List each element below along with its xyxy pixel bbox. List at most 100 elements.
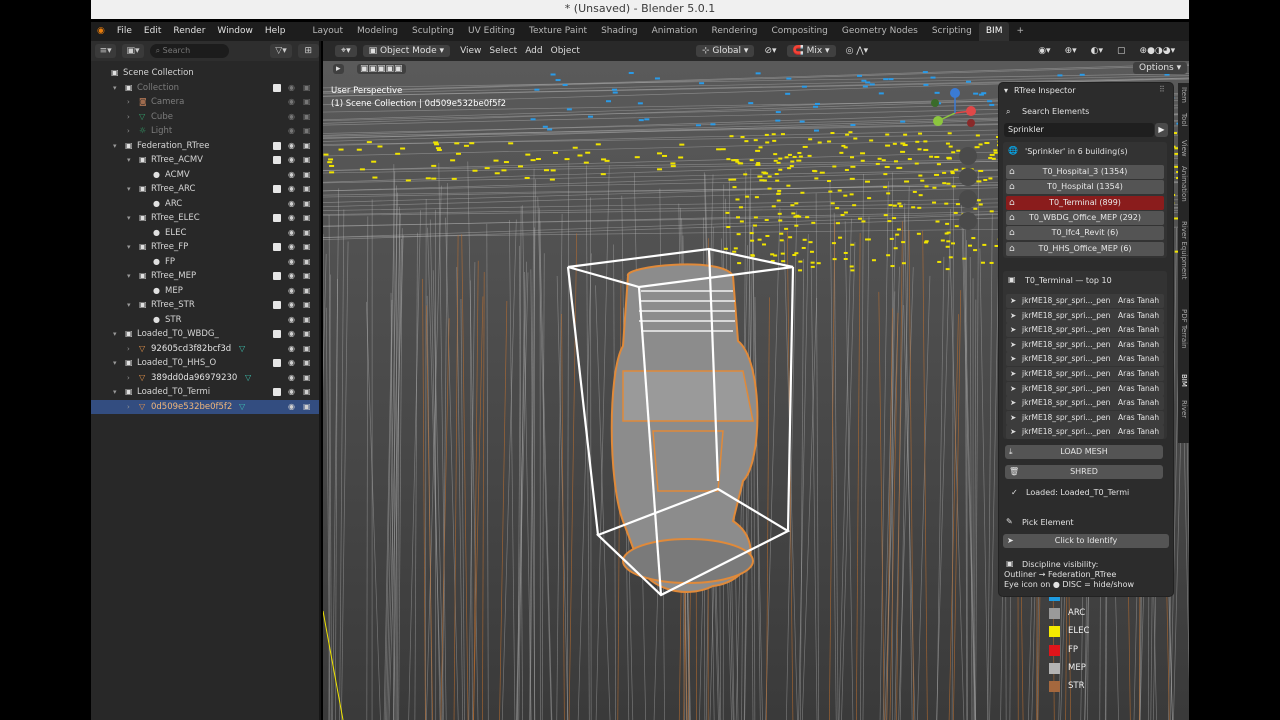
outliner-row[interactable]: › ▽ Cube ◉ ▣ [91, 110, 319, 124]
eye-icon[interactable]: ◉ [288, 197, 295, 211]
render-camera-icon[interactable]: ▣ [303, 81, 311, 95]
eye-icon[interactable]: ◉ [288, 211, 295, 225]
expand-toggle-icon[interactable]: › [127, 110, 130, 124]
viewport-menu-add[interactable]: Add [521, 46, 546, 56]
eye-icon[interactable]: ◉ [288, 110, 295, 124]
outliner-search-input[interactable]: ⌕ Search [149, 44, 230, 58]
viewport-menu-object[interactable]: Object [547, 46, 584, 56]
options-dropdown[interactable]: Options ▾ [1133, 62, 1188, 74]
exclude-checkbox[interactable] [273, 388, 281, 396]
tab-shading[interactable]: Shading [594, 22, 645, 41]
sidebar-tab[interactable]: River [1179, 400, 1188, 418]
building-row[interactable]: ⌂ T0_Terminal (899) [1006, 195, 1164, 210]
display-mode-icon[interactable]: ▣▾ [122, 44, 144, 58]
run-search-button[interactable]: ▶ [1155, 123, 1168, 137]
outliner-row[interactable]: ▾ ▣ RTree_FP ◉ ▣ [91, 240, 319, 254]
exclude-checkbox[interactable] [273, 359, 281, 367]
eye-icon[interactable]: ◉ [288, 168, 295, 182]
render-camera-icon[interactable]: ▣ [303, 110, 311, 124]
click-to-identify-button[interactable]: ➤ Click to Identify [1003, 534, 1169, 548]
expand-toggle-icon[interactable]: ▾ [127, 211, 131, 225]
blender-logo-icon[interactable]: ◉ [91, 22, 111, 41]
element-row[interactable]: ➤ jkrME18_spr_spri..._pen Aras Tanah [1006, 410, 1164, 425]
sidebar-tab[interactable]: View [1179, 140, 1188, 157]
outliner-row[interactable]: ▾ ▣ Collection ◉ ▣ [91, 81, 319, 95]
search-elements-input[interactable]: Sprinkler [1004, 123, 1154, 137]
transform-orientation-dropdown[interactable]: ⊹ Global ▾ [695, 45, 755, 57]
expand-toggle-icon[interactable]: ▾ [127, 182, 131, 196]
element-row[interactable]: ➤ jkrME18_spr_spri..._pen Aras Tanah [1006, 396, 1164, 411]
eye-icon[interactable]: ◉ [288, 371, 295, 385]
shred-button[interactable]: 🗑 SHRED [1005, 465, 1163, 479]
outliner-row[interactable]: ▣ Scene Collection [91, 66, 319, 80]
element-row[interactable]: ➤ jkrME18_spr_spri..._pen Aras Tanah [1006, 308, 1164, 323]
building-row[interactable]: ⌂ T0_Hospital_3 (1354) [1006, 165, 1164, 179]
render-camera-icon[interactable]: ▣ [303, 269, 311, 283]
snap-dropdown[interactable]: 🧲 Mix ▾ [786, 45, 836, 57]
render-camera-icon[interactable]: ▣ [303, 356, 311, 370]
expand-toggle-icon[interactable]: ▾ [127, 269, 131, 283]
expand-toggle-icon[interactable]: ▾ [113, 356, 117, 370]
expand-toggle-icon[interactable]: › [127, 124, 130, 138]
tab-compositing[interactable]: Compositing [764, 22, 834, 41]
outliner-row[interactable]: ▾ ▣ RTree_ELEC ◉ ▣ [91, 211, 319, 225]
render-camera-icon[interactable]: ▣ [303, 139, 311, 153]
tab-modeling[interactable]: Modeling [350, 22, 405, 41]
eye-icon[interactable]: ◉ [288, 284, 295, 298]
menu-edit[interactable]: Edit [138, 22, 167, 41]
tab-sculpting[interactable]: Sculpting [405, 22, 461, 41]
outliner-row[interactable]: ▾ ▣ RTree_ARC ◉ ▣ [91, 182, 319, 196]
sidebar-tab[interactable]: PDF Terrain [1179, 309, 1188, 349]
visibility-icon[interactable]: ◉▾ [1034, 46, 1054, 56]
render-camera-icon[interactable]: ▣ [303, 168, 311, 182]
element-row[interactable]: ➤ jkrME18_spr_spri..._pen Aras Tanah [1006, 425, 1164, 440]
tab-texture-paint[interactable]: Texture Paint [522, 22, 594, 41]
outliner-row[interactable]: › ▽ 92605cd3f82bcf3d ▽ ◉ ▣ [91, 342, 319, 356]
tab-animation[interactable]: Animation [645, 22, 705, 41]
outliner-row[interactable]: ▾ ▣ RTree_MEP ◉ ▣ [91, 269, 319, 283]
filter-icon[interactable]: ▽▾ [270, 44, 292, 58]
building-row[interactable]: ⌂ T0_Ifc4_Revit (6) [1006, 226, 1164, 241]
select-mode-icons[interactable]: ▣▣▣▣▣ [357, 64, 406, 74]
overlay-icon[interactable]: ◐▾ [1087, 46, 1107, 56]
exclude-checkbox[interactable] [273, 243, 281, 251]
render-camera-icon[interactable]: ▣ [303, 371, 311, 385]
element-row[interactable]: ➤ jkrME18_spr_spri..._pen Aras Tanah [1006, 381, 1164, 396]
outliner-row[interactable]: ▾ ▣ Federation_RTree ◉ ▣ [91, 139, 319, 153]
expand-toggle-icon[interactable]: › [127, 400, 130, 414]
menu-render[interactable]: Render [167, 22, 211, 41]
exclude-checkbox[interactable] [273, 330, 281, 338]
render-camera-icon[interactable]: ▣ [303, 298, 311, 312]
sprinkler-model[interactable] [610, 263, 759, 593]
load-mesh-button[interactable]: ⤓ LOAD MESH [1005, 445, 1163, 459]
expand-toggle-icon[interactable]: ▾ [127, 153, 131, 167]
eye-icon[interactable]: ◉ [288, 327, 295, 341]
outliner-row[interactable]: ▾ ▣ RTree_ACMV ◉ ▣ [91, 153, 319, 167]
render-camera-icon[interactable]: ▣ [303, 327, 311, 341]
eye-icon[interactable]: ◉ [288, 81, 295, 95]
outliner-row[interactable]: › ◙ Camera ◉ ▣ [91, 95, 319, 109]
outliner-row[interactable]: › ☼ Light ◉ ▣ [91, 124, 319, 138]
element-row[interactable]: ➤ jkrME18_spr_spri..._pen Aras Tanah [1006, 337, 1164, 352]
eye-icon[interactable]: ◉ [288, 182, 295, 196]
eye-icon[interactable]: ◉ [288, 356, 295, 370]
building-row[interactable]: ⌂ T0_WBDG_Office_MEP (292) [1006, 210, 1164, 225]
outliner-row[interactable]: › ▽ 0d509e532be0f5f2 ▽ ◉ ▣ [91, 399, 319, 414]
eye-icon[interactable]: ◉ [288, 400, 295, 414]
select-tool-icon[interactable]: ▸ [333, 64, 344, 74]
eye-icon[interactable]: ◉ [288, 313, 295, 327]
drag-handle-icon[interactable]: ⠿ [1159, 85, 1165, 94]
expand-toggle-icon[interactable]: ▾ [113, 81, 117, 95]
render-camera-icon[interactable]: ▣ [303, 240, 311, 254]
shading-modes-icon[interactable]: ⊕●◑◕▾ [1136, 46, 1180, 56]
viewport-menu-select[interactable]: Select [485, 46, 521, 56]
menu-file[interactable]: File [111, 22, 138, 41]
render-camera-icon[interactable]: ▣ [303, 197, 311, 211]
sidebar-tab[interactable]: Tool [1179, 113, 1188, 127]
add-workspace-button[interactable]: + [1009, 22, 1031, 41]
gizmo-icon[interactable]: ⊕▾ [1061, 46, 1081, 56]
exclude-checkbox[interactable] [273, 301, 281, 309]
viewport-menu-view[interactable]: View [456, 46, 485, 56]
tab-scripting[interactable]: Scripting [925, 22, 979, 41]
exclude-checkbox[interactable] [273, 214, 281, 222]
